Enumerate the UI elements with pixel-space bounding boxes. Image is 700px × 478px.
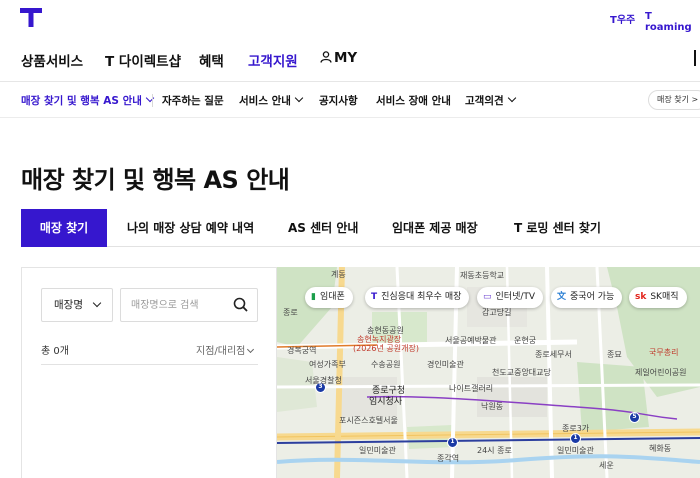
lnb-outage[interactable]: 서비스 장애 안내 [376, 93, 451, 108]
chevron-down-icon [294, 93, 304, 103]
map-label: 일민미술관 [359, 446, 396, 455]
sk-logo-icon: sk [635, 292, 647, 302]
lnb-service-guide-label: 서비스 안내 [239, 95, 291, 107]
menu-icon[interactable] [694, 50, 700, 66]
filter-chip-best-store[interactable]: T 진심응대 최우수 매장 [365, 287, 470, 308]
map-label: 낙원동 [481, 402, 504, 411]
main-nav: 상품서비스 T 다이렉트샵 혜택 고객지원 MY [0, 36, 700, 82]
tab-bar: 매장 찾기 나의 매장 상담 예약 내역 AS 센터 안내 임대폰 제공 매장 … [21, 209, 700, 247]
map-label: 감고당길 [482, 308, 512, 317]
map-label: 서울공예박물관 [445, 336, 497, 345]
search-type-value: 매장명 [54, 299, 83, 311]
map-label: 나이트갤러리 [449, 384, 494, 393]
map-label: 여성가족부 [309, 360, 346, 369]
map-label: 24시 종로 [477, 446, 512, 455]
map-label: 혜화동 [649, 444, 672, 453]
nav-my[interactable]: MY [320, 50, 357, 66]
store-search-input[interactable] [121, 289, 231, 321]
map-label: 일민미술관 [557, 446, 594, 455]
subway-station-icon[interactable]: 1 [570, 433, 581, 444]
subway-station-icon[interactable]: 1 [447, 437, 458, 448]
map-label: 계동 [331, 270, 346, 279]
map-label: 종로 [283, 308, 298, 317]
divider [152, 94, 153, 107]
map-label: 종로3가 [562, 424, 590, 433]
map-label: 제일어린이공원 [635, 368, 687, 377]
map-label: 서울경찰청 [305, 376, 342, 385]
tab-as-center[interactable]: AS 센터 안내 [288, 209, 358, 247]
chinese-char-icon: 文 [557, 292, 567, 302]
user-icon [320, 51, 332, 63]
chevron-down-icon [247, 345, 255, 354]
tab-store-finder[interactable]: 매장 찾기 [21, 209, 107, 247]
filter-chip-label: 진심응대 최우수 매장 [381, 292, 462, 302]
search-type-select[interactable]: 매장명 [41, 288, 113, 322]
filter-chip-rental[interactable]: ▮ 임대폰 [305, 287, 353, 308]
map-label: 경인미술관 [427, 360, 464, 369]
map-label: 국무총리 [649, 348, 679, 357]
map-label: 경복궁역 [287, 346, 317, 355]
map-label: 운현궁 [514, 336, 537, 345]
store-search-panel: 매장명 총 0개 지점/대리점 [21, 267, 277, 478]
search-icon[interactable] [231, 295, 251, 315]
map-label: (2026년 공원개장) [353, 344, 419, 353]
map-label: 포시즌스호텔서울 [339, 416, 398, 425]
sort-select[interactable]: 지점/대리점 [196, 342, 255, 357]
tab-my-reservations[interactable]: 나의 매장 상담 예약 내역 [127, 209, 254, 247]
filter-chip-label: SK매직 [650, 292, 679, 302]
lnb-store-finder-label: 매장 찾기 및 행복 AS 안내 [21, 95, 142, 107]
page-title: 매장 찾기 및 행복 AS 안내 [21, 166, 290, 194]
tv-icon: ▭ [483, 292, 492, 302]
map-label: 수송공원 [371, 360, 401, 369]
tuju-link[interactable]: T우주 [610, 11, 635, 26]
store-finder-pill[interactable]: 매장 찾기 > [648, 90, 700, 110]
filter-chip-label: 중국어 가능 [570, 292, 615, 302]
nav-benefits[interactable]: 혜택 [199, 50, 224, 70]
t-logo-icon: T [371, 292, 378, 302]
lnb-service-guide[interactable]: 서비스 안내 [239, 93, 304, 108]
lnb-notice[interactable]: 공지사항 [319, 93, 358, 108]
map-label: 재동초등학교 [460, 271, 505, 280]
nav-support[interactable]: 고객지원 [248, 50, 298, 70]
nav-tdirect[interactable]: T 다이렉트샵 [105, 50, 181, 70]
t-logo-icon[interactable] [20, 6, 42, 28]
divider [41, 364, 258, 365]
map-label: 종묘 [607, 350, 622, 359]
tab-troaming-center[interactable]: T 로밍 센터 찾기 [514, 209, 601, 247]
chevron-down-icon [507, 93, 516, 103]
top-bar: T우주 T roaming [0, 0, 700, 36]
map-label: 세운 [599, 461, 614, 470]
lnb-store-finder[interactable]: 매장 찾기 및 행복 AS 안내 [21, 93, 155, 108]
nav-products[interactable]: 상품서비스 [21, 50, 83, 70]
phone-icon: ▮ [311, 292, 316, 302]
lnb-feedback-label: 고객의견 [465, 95, 504, 107]
filter-chip-internet-tv[interactable]: ▭ 인터넷/TV [477, 287, 544, 308]
lnb-feedback[interactable]: 고객의견 [465, 93, 516, 108]
map-label: 임시청사 [369, 397, 403, 407]
filter-chip-skmagic[interactable]: sk SK매직 [629, 287, 687, 308]
store-map[interactable]: 1 1 3 5 계동 재동초등학교 종로 감고당길 송현동공원 송현녹지광장 (… [277, 267, 700, 478]
sub-nav: 매장 찾기 및 행복 AS 안내 자주하는 질문 서비스 안내 공지사항 서비스… [0, 82, 700, 118]
tab-rental-phone[interactable]: 임대폰 제공 매장 [392, 209, 478, 247]
sort-label: 지점/대리점 [196, 346, 246, 357]
map-label: 종각역 [437, 454, 460, 463]
store-search-box [120, 288, 258, 322]
map-label: 천도교중앙대교당 [492, 368, 551, 377]
filter-chip-chinese[interactable]: 文 중국어 가능 [551, 287, 623, 308]
lnb-faq[interactable]: 자주하는 질문 [162, 93, 224, 108]
result-count: 총 0개 [41, 346, 69, 357]
filter-chip-label: 인터넷/TV [495, 292, 536, 302]
filter-chip-label: 임대폰 [319, 292, 345, 302]
troaming-link[interactable]: T roaming [645, 11, 700, 33]
chevron-down-icon [92, 298, 102, 308]
map-label: 종로세무서 [535, 350, 572, 359]
nav-my-label: MY [334, 50, 358, 66]
subway-station-icon[interactable]: 5 [629, 412, 640, 423]
